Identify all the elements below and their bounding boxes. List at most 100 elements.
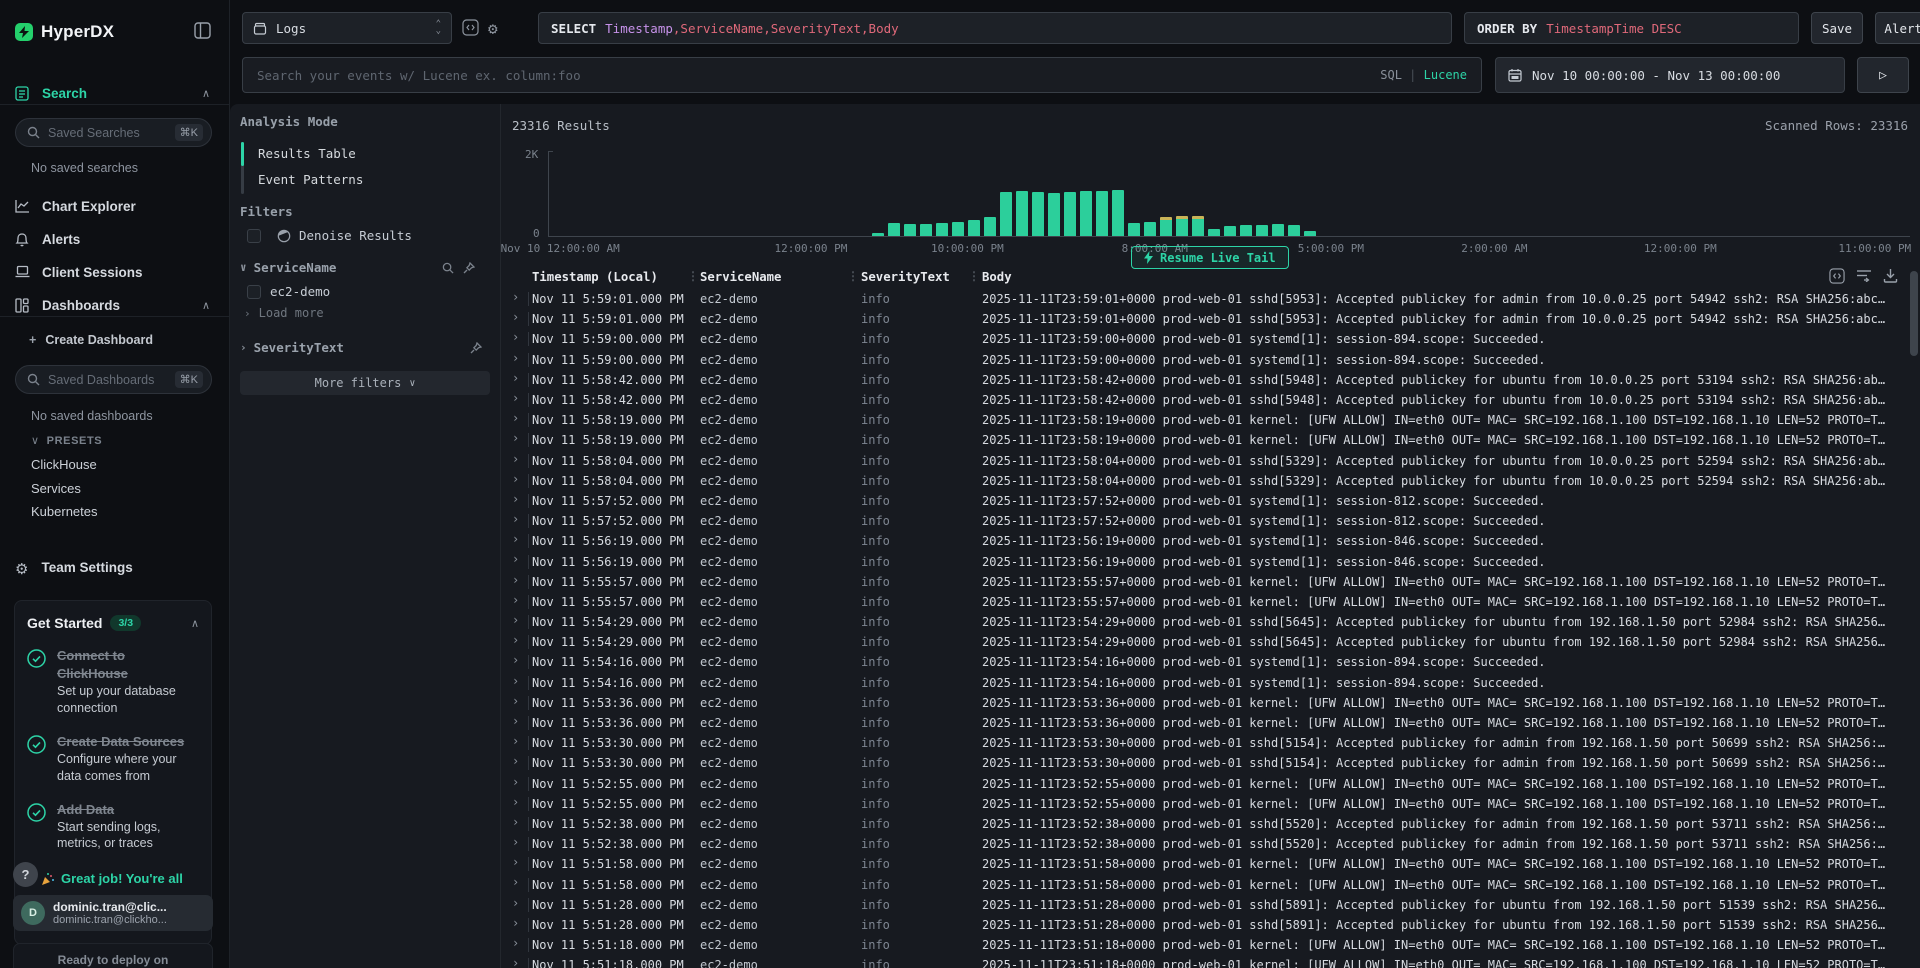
row-expander-icon[interactable]: › (512, 653, 519, 667)
column-drag-handle[interactable]: ⋮ (847, 269, 859, 283)
pin-icon[interactable] (463, 262, 475, 274)
row-expander-icon[interactable]: › (512, 573, 519, 587)
search-icon[interactable] (442, 262, 454, 274)
table-row[interactable]: ›Nov 11 5:58:04.000 PMec2-demoinfo2025-1… (501, 451, 1906, 471)
download-icon[interactable] (1883, 268, 1898, 283)
row-expander-icon[interactable]: › (512, 472, 519, 486)
create-dashboard-button[interactable]: +Create Dashboard (29, 333, 153, 347)
row-expander-icon[interactable]: › (512, 290, 519, 304)
checkbox[interactable] (247, 285, 261, 299)
alerts-button[interactable]: Alerts (1875, 12, 1920, 44)
get-started-item[interactable]: Create Data SourcesConfigure where your … (27, 733, 199, 785)
column-header-timestamp[interactable]: Timestamp (Local) (532, 270, 658, 284)
column-header-severitytext[interactable]: SeverityText (861, 270, 950, 284)
checkbox[interactable] (247, 229, 261, 243)
histogram-bar[interactable] (1016, 191, 1028, 236)
load-more-button[interactable]: › Load more (244, 306, 324, 320)
table-row[interactable]: ›Nov 11 5:53:36.000 PMec2-demoinfo2025-1… (501, 693, 1906, 713)
order-by-input[interactable]: ORDER BY TimestampTime DESC (1464, 12, 1799, 44)
help-button[interactable]: ? (13, 862, 38, 887)
code-view-icon[interactable] (1829, 268, 1845, 284)
sidebar-item-dashboards[interactable]: Dashboards ∧ (0, 292, 230, 318)
row-expander-icon[interactable]: › (512, 452, 519, 466)
row-expander-icon[interactable]: › (512, 936, 519, 950)
table-row[interactable]: ›Nov 11 5:51:58.000 PMec2-demoinfo2025-1… (501, 854, 1906, 874)
table-row[interactable]: ›Nov 11 5:54:16.000 PMec2-demoinfo2025-1… (501, 673, 1906, 693)
histogram-bar[interactable] (904, 224, 916, 236)
row-expander-icon[interactable]: › (512, 775, 519, 789)
row-expander-icon[interactable]: › (512, 674, 519, 688)
table-row[interactable]: ›Nov 11 5:59:01.000 PMec2-demoinfo2025-1… (501, 289, 1906, 309)
chevron-up-icon[interactable]: ∧ (202, 87, 210, 100)
histogram-bar[interactable] (1112, 190, 1124, 236)
row-expander-icon[interactable]: › (512, 855, 519, 869)
sidebar-item-team-settings[interactable]: ⚙ Team Settings (0, 554, 230, 580)
saved-searches-input[interactable]: Saved Searches ⌘K (15, 118, 212, 147)
table-row[interactable]: ›Nov 11 5:53:30.000 PMec2-demoinfo2025-1… (501, 733, 1906, 753)
column-drag-handle[interactable]: ⋮ (687, 269, 699, 283)
column-header-servicename[interactable]: ServiceName (700, 270, 781, 284)
lucene-toggle[interactable]: Lucene (1424, 68, 1467, 82)
row-expander-icon[interactable]: › (512, 956, 519, 968)
table-row[interactable]: ›Nov 11 5:53:36.000 PMec2-demoinfo2025-1… (501, 713, 1906, 733)
preset-link-services[interactable]: Services (31, 481, 81, 496)
row-expander-icon[interactable]: › (512, 492, 519, 506)
table-row[interactable]: ›Nov 11 5:57:52.000 PMec2-demoinfo2025-1… (501, 491, 1906, 511)
row-expander-icon[interactable]: › (512, 754, 519, 768)
table-row[interactable]: ›Nov 11 5:54:29.000 PMec2-demoinfo2025-1… (501, 632, 1906, 652)
row-expander-icon[interactable]: › (512, 330, 519, 344)
histogram-bar[interactable] (1256, 225, 1268, 236)
histogram-bar[interactable] (984, 217, 996, 236)
row-expander-icon[interactable]: › (512, 431, 519, 445)
histogram-bar[interactable] (936, 223, 948, 236)
user-menu[interactable]: D dominic.tran@clic... dominic.tran@clic… (13, 895, 213, 931)
row-expander-icon[interactable]: › (512, 714, 519, 728)
row-expander-icon[interactable]: › (512, 391, 519, 405)
deploy-banner[interactable]: Ready to deploy on (13, 943, 213, 968)
app-logo[interactable]: HyperDX (15, 20, 215, 44)
table-row[interactable]: ›Nov 11 5:53:30.000 PMec2-demoinfo2025-1… (501, 753, 1906, 773)
preset-link-kubernetes[interactable]: Kubernetes (31, 504, 98, 519)
select-columns-input[interactable]: SELECT Timestamp,ServiceName,SeverityTex… (538, 12, 1452, 44)
filter-group-severitytext[interactable]: › SeverityText (240, 340, 344, 355)
row-expander-icon[interactable]: › (512, 896, 519, 910)
more-filters-button[interactable]: More filters ∨ (240, 371, 490, 395)
table-row[interactable]: ›Nov 11 5:58:19.000 PMec2-demoinfo2025-1… (501, 430, 1906, 450)
sidebar-item-search[interactable]: Search ∧ (0, 80, 230, 106)
histogram-bar[interactable] (1144, 222, 1156, 236)
histogram-bar[interactable] (1048, 193, 1060, 236)
histogram-bar[interactable] (968, 220, 980, 236)
table-row[interactable]: ›Nov 11 5:54:29.000 PMec2-demoinfo2025-1… (501, 612, 1906, 632)
histogram-bar[interactable] (1000, 192, 1012, 236)
save-button[interactable]: Save (1811, 12, 1863, 44)
histogram-bar[interactable] (1032, 192, 1044, 236)
table-row[interactable]: ›Nov 11 5:56:19.000 PMec2-demoinfo2025-1… (501, 531, 1906, 551)
histogram-bar[interactable] (1240, 225, 1252, 236)
histogram-bar[interactable] (1160, 217, 1172, 236)
sql-toggle[interactable]: SQL (1380, 68, 1402, 82)
run-query-button[interactable]: ▷ (1857, 57, 1909, 93)
table-row[interactable]: ›Nov 11 5:52:38.000 PMec2-demoinfo2025-1… (501, 834, 1906, 854)
table-row[interactable]: ›Nov 11 5:59:00.000 PMec2-demoinfo2025-1… (501, 329, 1906, 349)
code-view-button[interactable] (462, 19, 479, 36)
results-histogram[interactable]: 2K 0 Nov 10 12:00:00 AM12:00:00 PM10:00:… (501, 144, 1920, 256)
table-row[interactable]: ›Nov 11 5:52:38.000 PMec2-demoinfo2025-1… (501, 814, 1906, 834)
histogram-bar[interactable] (1272, 224, 1284, 236)
sidebar-item-alerts[interactable]: Alerts (0, 226, 230, 252)
row-expander-icon[interactable]: › (512, 411, 519, 425)
table-row[interactable]: ›Nov 11 5:51:58.000 PMec2-demoinfo2025-1… (501, 874, 1906, 894)
table-row[interactable]: ›Nov 11 5:58:04.000 PMec2-demoinfo2025-1… (501, 471, 1906, 491)
table-row[interactable]: ›Nov 11 5:56:19.000 PMec2-demoinfo2025-1… (501, 551, 1906, 571)
table-row[interactable]: ›Nov 11 5:59:00.000 PMec2-demoinfo2025-1… (501, 350, 1906, 370)
presets-header[interactable]: ∨PRESETS (31, 434, 102, 447)
histogram-bar[interactable] (1288, 225, 1300, 236)
table-row[interactable]: ›Nov 11 5:59:01.000 PMec2-demoinfo2025-1… (501, 309, 1906, 329)
histogram-bar[interactable] (1304, 231, 1316, 236)
source-select[interactable]: Logs ⌃⌄ (242, 12, 452, 44)
gear-icon[interactable]: ⚙ (488, 19, 498, 38)
table-row[interactable]: ›Nov 11 5:52:55.000 PMec2-demoinfo2025-1… (501, 794, 1906, 814)
histogram-bar[interactable] (920, 224, 932, 236)
row-expander-icon[interactable]: › (512, 734, 519, 748)
row-expander-icon[interactable]: › (512, 694, 519, 708)
row-expander-icon[interactable]: › (512, 371, 519, 385)
